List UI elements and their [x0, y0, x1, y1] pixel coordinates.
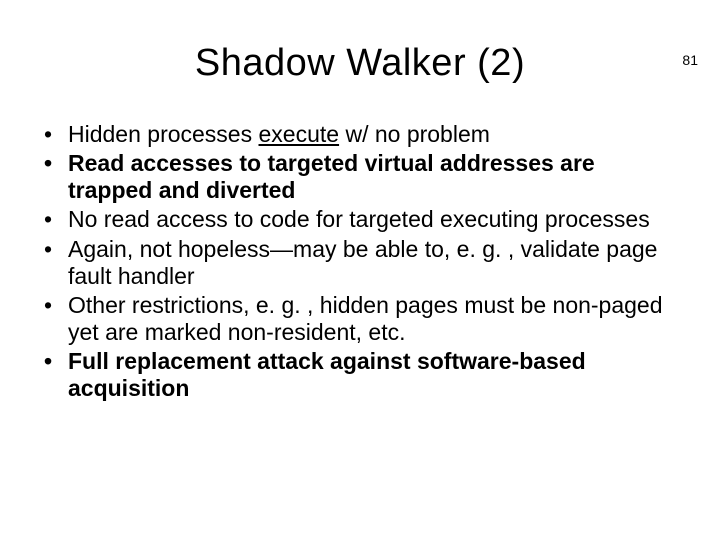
bullet-text-pre: Read accesses to targeted virtual addres… — [68, 150, 595, 203]
list-item: Full replacement attack against software… — [38, 348, 682, 402]
list-item: Hidden processes execute w/ no problem — [38, 121, 682, 148]
bullet-text-pre: No read access to code for targeted exec… — [68, 206, 650, 232]
bullet-text-post: w/ no problem — [339, 121, 490, 147]
list-item: Other restrictions, e. g. , hidden pages… — [38, 292, 682, 346]
bullet-list: Hidden processes execute w/ no problem R… — [38, 121, 682, 402]
bullet-text-underline: execute — [259, 121, 340, 147]
list-item: No read access to code for targeted exec… — [38, 206, 682, 233]
bullet-text-pre: Full replacement attack against software… — [68, 348, 586, 401]
bullet-text-pre: Other restrictions, e. g. , hidden pages… — [68, 292, 663, 345]
page-number: 81 — [682, 52, 698, 68]
bullet-text-pre: Again, not hopeless—may be able to, e. g… — [68, 236, 657, 289]
list-item: Read accesses to targeted virtual addres… — [38, 150, 682, 204]
slide: 81 Shadow Walker (2) Hidden processes ex… — [0, 42, 720, 540]
slide-title: Shadow Walker (2) — [0, 42, 720, 85]
bullet-text-pre: Hidden processes — [68, 121, 259, 147]
slide-body: Hidden processes execute w/ no problem R… — [38, 121, 682, 402]
list-item: Again, not hopeless—may be able to, e. g… — [38, 236, 682, 290]
